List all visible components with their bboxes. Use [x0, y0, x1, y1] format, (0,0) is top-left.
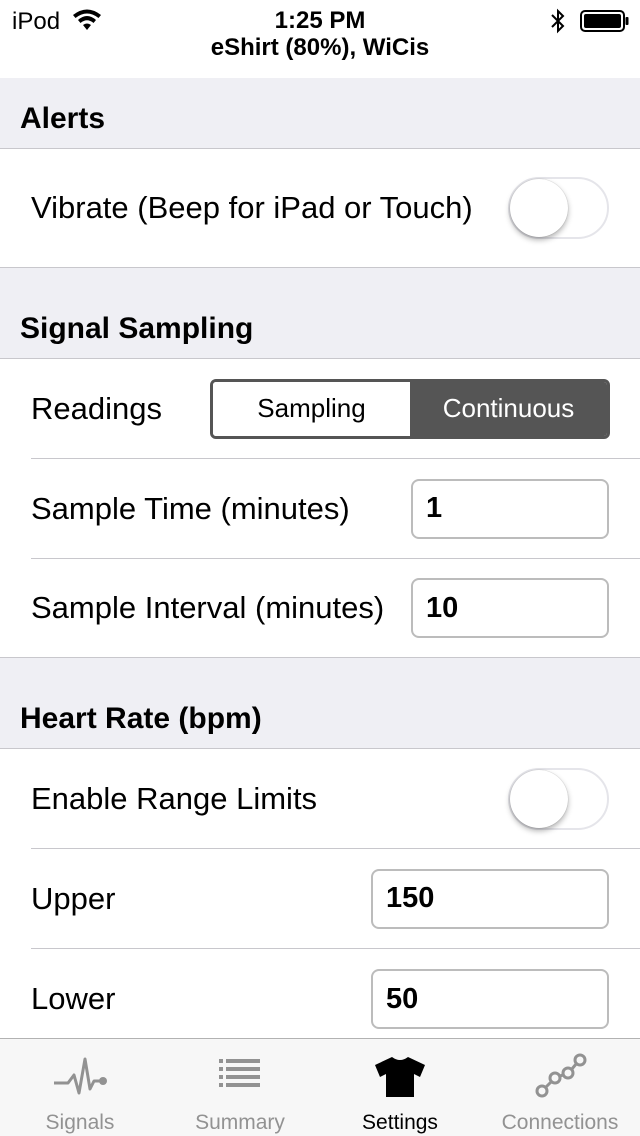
- enable-range-row: Enable Range Limits: [0, 749, 640, 848]
- upper-label: Upper: [31, 880, 116, 916]
- heart-rate-header: Heart Rate (bpm): [0, 658, 640, 749]
- segment-sampling[interactable]: Sampling: [213, 381, 410, 436]
- signal-sampling-title: Signal Sampling: [20, 312, 254, 345]
- tab-bar: Signals Summary Settings Connections: [0, 1038, 640, 1136]
- toggle-knob: [510, 179, 568, 237]
- device-status: eShirt (80%), WiCis: [210, 34, 430, 61]
- upper-row: Upper 150: [0, 849, 640, 948]
- vibrate-row: Vibrate (Beep for iPad or Touch): [0, 149, 640, 267]
- tab-connections-label: Connections: [501, 1111, 619, 1134]
- upper-field[interactable]: 150: [371, 868, 609, 929]
- lower-row: Lower 50: [0, 949, 640, 1038]
- list-icon: [219, 1059, 260, 1087]
- battery-icon: [580, 10, 629, 32]
- sample-time-field[interactable]: 1: [411, 478, 609, 539]
- sample-interval-label: Sample Interval (minutes): [31, 590, 385, 625]
- tab-connections[interactable]: Connections: [480, 1039, 640, 1136]
- readings-label: Readings: [31, 390, 162, 426]
- tab-settings-label: Settings: [362, 1111, 438, 1134]
- tab-summary[interactable]: Summary: [160, 1039, 320, 1136]
- tab-signals[interactable]: Signals: [0, 1039, 160, 1136]
- sample-interval-row: Sample Interval (minutes) 10: [0, 559, 640, 657]
- sample-interval-field[interactable]: 10: [411, 578, 609, 638]
- connections-icon: [535, 1053, 587, 1098]
- alerts-header: Alerts: [0, 78, 640, 149]
- tab-settings[interactable]: Settings: [320, 1039, 480, 1136]
- bluetooth-icon: [551, 8, 565, 34]
- heart-rate-title: Heart Rate (bpm): [20, 702, 262, 735]
- segment-continuous[interactable]: Continuous: [410, 381, 607, 436]
- signal-sampling-header: Signal Sampling: [0, 268, 640, 359]
- vibrate-toggle[interactable]: [508, 177, 609, 239]
- heartbeat-icon: [54, 1057, 107, 1095]
- tshirt-icon: [375, 1057, 425, 1097]
- readings-segmented-control[interactable]: Sampling Continuous: [210, 378, 610, 439]
- tab-signals-label: Signals: [45, 1111, 115, 1134]
- alerts-title: Alerts: [20, 102, 106, 135]
- status-time: 1:25 PM: [274, 7, 366, 34]
- toggle-knob: [510, 769, 568, 828]
- enable-range-toggle[interactable]: [508, 767, 609, 830]
- lower-field[interactable]: 50: [371, 969, 609, 1029]
- tab-summary-label: Summary: [195, 1111, 285, 1134]
- sample-time-row: Sample Time (minutes) 1: [0, 459, 640, 558]
- enable-range-label: Enable Range Limits: [31, 780, 318, 816]
- vibrate-label: Vibrate (Beep for iPad or Touch): [31, 190, 473, 225]
- readings-row: Readings Sampling Continuous: [0, 359, 640, 458]
- lower-label: Lower: [31, 981, 116, 1016]
- sample-time-label: Sample Time (minutes): [31, 490, 350, 526]
- status-bar: iPod 1:25 PM eShirt (80%), WiCis: [0, 0, 640, 78]
